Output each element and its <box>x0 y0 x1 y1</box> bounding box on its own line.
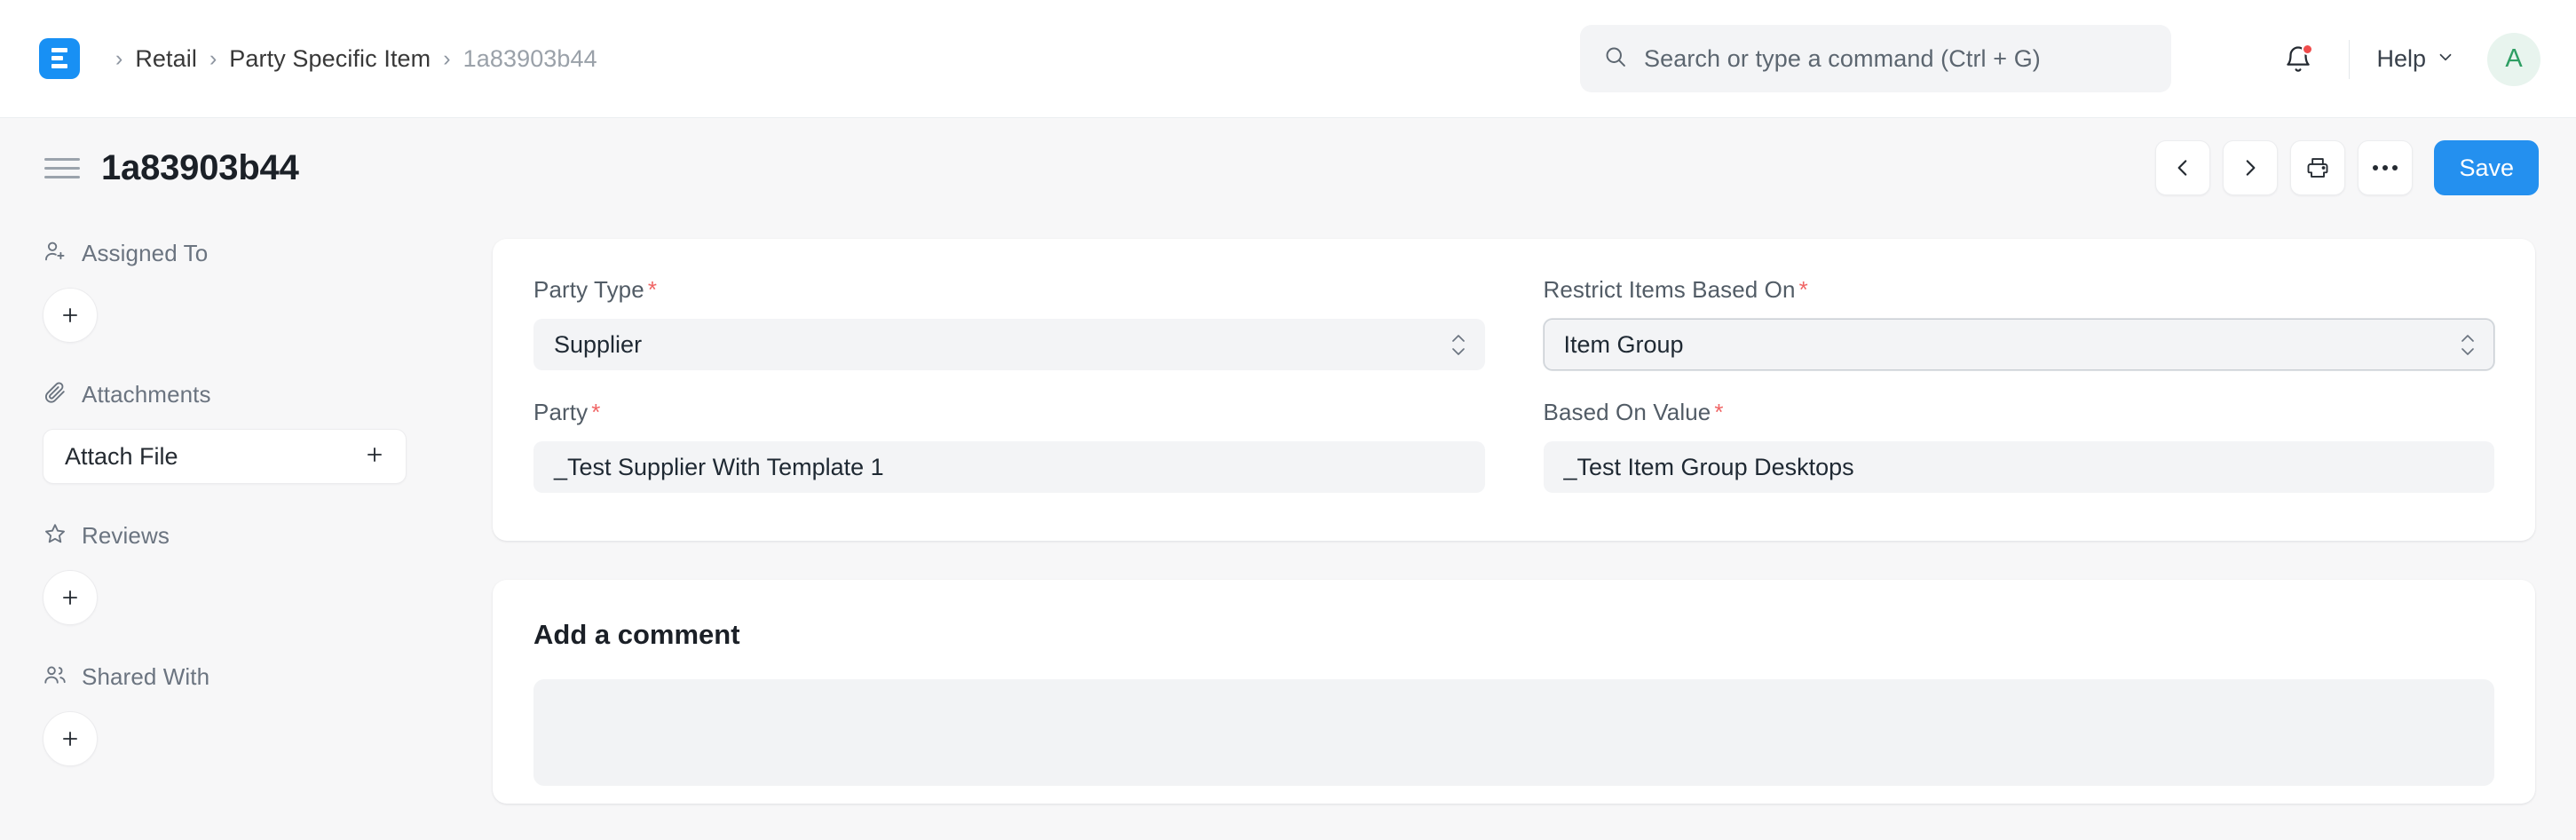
required-marker: * <box>591 399 600 425</box>
sidebar-section-header: Attachments <box>39 380 461 409</box>
help-label: Help <box>2376 45 2426 73</box>
based-on-value-input[interactable]: _Test Item Group Desktops <box>1544 441 2495 493</box>
top-navbar: › Retail › Party Specific Item › 1a83903… <box>0 0 2576 118</box>
sidebar-label-reviews: Reviews <box>82 522 170 550</box>
add-assignment-button[interactable] <box>43 288 98 343</box>
label-text: Based On Value <box>1544 399 1711 425</box>
field-label-party-type: Party Type* <box>533 276 1485 304</box>
chevron-left-icon <box>2171 156 2194 179</box>
form-fields-card: Party Type* Supplier Restrict Items Base… <box>493 239 2535 541</box>
restrict-items-based-on-select[interactable]: Item Group <box>1544 319 2495 370</box>
more-actions-button[interactable] <box>2358 140 2413 195</box>
sidebar-section-header: Reviews <box>39 521 461 551</box>
chevron-right-icon <box>2239 156 2262 179</box>
field-party: Party* _Test Supplier With Template 1 <box>533 399 1485 493</box>
search-icon <box>1603 44 1628 74</box>
sidebar-section-header: Assigned To <box>39 239 461 268</box>
plus-icon <box>363 443 386 471</box>
label-text: Party Type <box>533 276 644 303</box>
field-party-type: Party Type* Supplier <box>533 276 1485 370</box>
avatar[interactable]: A <box>2487 33 2540 86</box>
star-icon <box>43 521 67 551</box>
page-body: Assigned To Attachments Attach File <box>0 218 2576 840</box>
avatar-initial: A <box>2505 44 2522 74</box>
paperclip-icon <box>43 380 67 409</box>
restrict-items-based-on-value: Item Group <box>1564 331 1684 359</box>
next-document-button[interactable] <box>2223 140 2278 195</box>
comment-input[interactable] <box>533 679 2494 786</box>
breadcrumb-separator: › <box>443 48 450 70</box>
attach-file-label: Attach File <box>65 443 178 471</box>
breadcrumb-separator: › <box>115 48 122 70</box>
breadcrumb-separator: › <box>209 48 217 70</box>
sidebar-label-shared-with: Shared With <box>82 663 209 691</box>
chevron-updown-icon <box>1450 334 1466 356</box>
ellipsis-icon <box>2373 165 2398 170</box>
add-review-button[interactable] <box>43 570 98 625</box>
chevron-updown-icon <box>2460 334 2476 356</box>
sidebar-label-attachments: Attachments <box>82 381 211 408</box>
printer-icon <box>2305 155 2330 180</box>
hamburger-menu-icon[interactable] <box>44 158 80 178</box>
notifications-button[interactable] <box>2271 32 2326 87</box>
breadcrumb: › Retail › Party Specific Item › 1a83903… <box>103 45 597 73</box>
erpnext-logo-icon[interactable] <box>39 38 80 79</box>
users-icon <box>43 662 67 692</box>
field-label-party: Party* <box>533 399 1485 426</box>
sidebar-section-shared-with: Shared With <box>39 662 461 766</box>
plus-icon <box>59 586 82 609</box>
field-restrict-items-based-on: Restrict Items Based On* Item Group <box>1544 276 2495 370</box>
required-marker: * <box>648 276 657 303</box>
comment-section-title: Add a comment <box>533 619 2494 651</box>
party-value: _Test Supplier With Template 1 <box>554 454 884 481</box>
notification-badge-dot <box>2302 44 2313 55</box>
form-content: Party Type* Supplier Restrict Items Base… <box>461 218 2537 840</box>
help-menu-button[interactable]: Help <box>2373 40 2459 78</box>
add-share-button[interactable] <box>43 711 98 766</box>
label-text: Restrict Items Based On <box>1544 276 1796 303</box>
field-label-restrict-items-based-on: Restrict Items Based On* <box>1544 276 2495 304</box>
search-placeholder: Search or type a command (Ctrl + G) <box>1644 45 2041 73</box>
required-marker: * <box>1799 276 1808 303</box>
navbar-right-group: Help A <box>2271 0 2540 118</box>
sidebar-section-assigned-to: Assigned To <box>39 239 461 343</box>
plus-icon <box>59 727 82 750</box>
sidebar-section-attachments: Attachments Attach File <box>39 380 461 484</box>
sidebar-label-assigned-to: Assigned To <box>82 240 208 267</box>
page-header: 1a83903b44 Save <box>0 118 2576 218</box>
sidebar-section-reviews: Reviews <box>39 521 461 625</box>
based-on-value-value: _Test Item Group Desktops <box>1564 454 1854 481</box>
breadcrumb-item-party-specific-item[interactable]: Party Specific Item <box>229 45 431 73</box>
user-plus-icon <box>43 239 67 268</box>
party-type-select[interactable]: Supplier <box>533 319 1485 370</box>
breadcrumb-item-current: 1a83903b44 <box>463 45 597 73</box>
sidebar-section-header: Shared With <box>39 662 461 692</box>
breadcrumb-item-retail[interactable]: Retail <box>135 45 197 73</box>
form-grid: Party Type* Supplier Restrict Items Base… <box>533 276 2494 493</box>
navbar-divider <box>2349 40 2350 79</box>
chevron-down-icon <box>2436 45 2455 73</box>
page-actions: Save <box>2155 140 2539 195</box>
page-title: 1a83903b44 <box>101 148 299 188</box>
prev-document-button[interactable] <box>2155 140 2210 195</box>
print-button[interactable] <box>2290 140 2345 195</box>
form-sidebar: Assigned To Attachments Attach File <box>39 218 461 840</box>
field-based-on-value: Based On Value* _Test Item Group Desktop… <box>1544 399 2495 493</box>
label-text: Party <box>533 399 588 425</box>
comment-card: Add a comment <box>493 580 2535 804</box>
save-button[interactable]: Save <box>2434 140 2539 195</box>
field-label-based-on-value: Based On Value* <box>1544 399 2495 426</box>
party-type-value: Supplier <box>554 331 642 359</box>
party-input[interactable]: _Test Supplier With Template 1 <box>533 441 1485 493</box>
attach-file-button[interactable]: Attach File <box>43 429 407 484</box>
search-input[interactable]: Search or type a command (Ctrl + G) <box>1580 25 2171 92</box>
navbar-left-group: › Retail › Party Specific Item › 1a83903… <box>39 38 597 79</box>
plus-icon <box>59 304 82 327</box>
required-marker: * <box>1714 399 1723 425</box>
